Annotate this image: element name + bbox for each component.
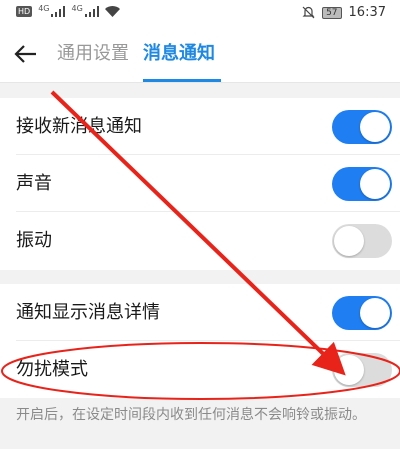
active-tab-indicator [143, 79, 221, 82]
toggle-switch[interactable] [332, 353, 392, 387]
settings-group-1: 接收新消息通知 声音 振动 [0, 98, 400, 270]
signal-icon-2 [84, 6, 99, 17]
toggle-knob [334, 355, 364, 385]
setting-label: 声音 [16, 173, 52, 194]
battery-icon: 57 [322, 6, 342, 19]
tab-general-settings[interactable]: 通用设置 [57, 40, 129, 68]
toggle-switch[interactable] [332, 110, 392, 144]
status-left: HD 4G 4G [16, 4, 120, 17]
setting-label: 接收新消息通知 [16, 116, 142, 137]
back-arrow-icon[interactable] [12, 40, 40, 68]
toggle-switch[interactable] [332, 296, 392, 330]
status-bar: HD 4G 4G 57 16:37 [0, 0, 400, 26]
status-right: 57 16:37 [302, 5, 386, 20]
toggle-switch[interactable] [332, 224, 392, 258]
setting-row-receive-notifications[interactable]: 接收新消息通知 [0, 98, 400, 155]
toggle-switch[interactable] [332, 167, 392, 201]
signal-label-2: 4G [71, 4, 83, 13]
setting-row-sound[interactable]: 声音 [0, 155, 400, 212]
setting-label: 勿扰模式 [16, 359, 88, 380]
wifi-icon [104, 6, 120, 17]
signal-label-1: 4G [38, 4, 50, 13]
clock: 16:37 [348, 5, 386, 20]
toggle-knob [334, 226, 364, 256]
toggle-knob [360, 169, 390, 199]
hd-badge: HD [16, 6, 33, 17]
setting-row-show-details[interactable]: 通知显示消息详情 [0, 284, 400, 341]
mute-bell-icon [302, 6, 315, 19]
setting-label: 通知显示消息详情 [16, 302, 160, 323]
dnd-description: 开启后，在设定时间段内收到任何消息不会响铃或振动。 [16, 407, 366, 423]
toggle-knob [360, 298, 390, 328]
toggle-knob [360, 112, 390, 142]
settings-group-2: 通知显示消息详情 勿扰模式 [0, 284, 400, 398]
signal-icon [51, 6, 66, 17]
setting-row-do-not-disturb[interactable]: 勿扰模式 [0, 341, 400, 398]
header: 通用设置 消息通知 [0, 26, 400, 83]
setting-label: 振动 [16, 230, 52, 251]
tab-message-notifications[interactable]: 消息通知 [143, 40, 215, 68]
setting-row-vibration[interactable]: 振动 [0, 212, 400, 269]
